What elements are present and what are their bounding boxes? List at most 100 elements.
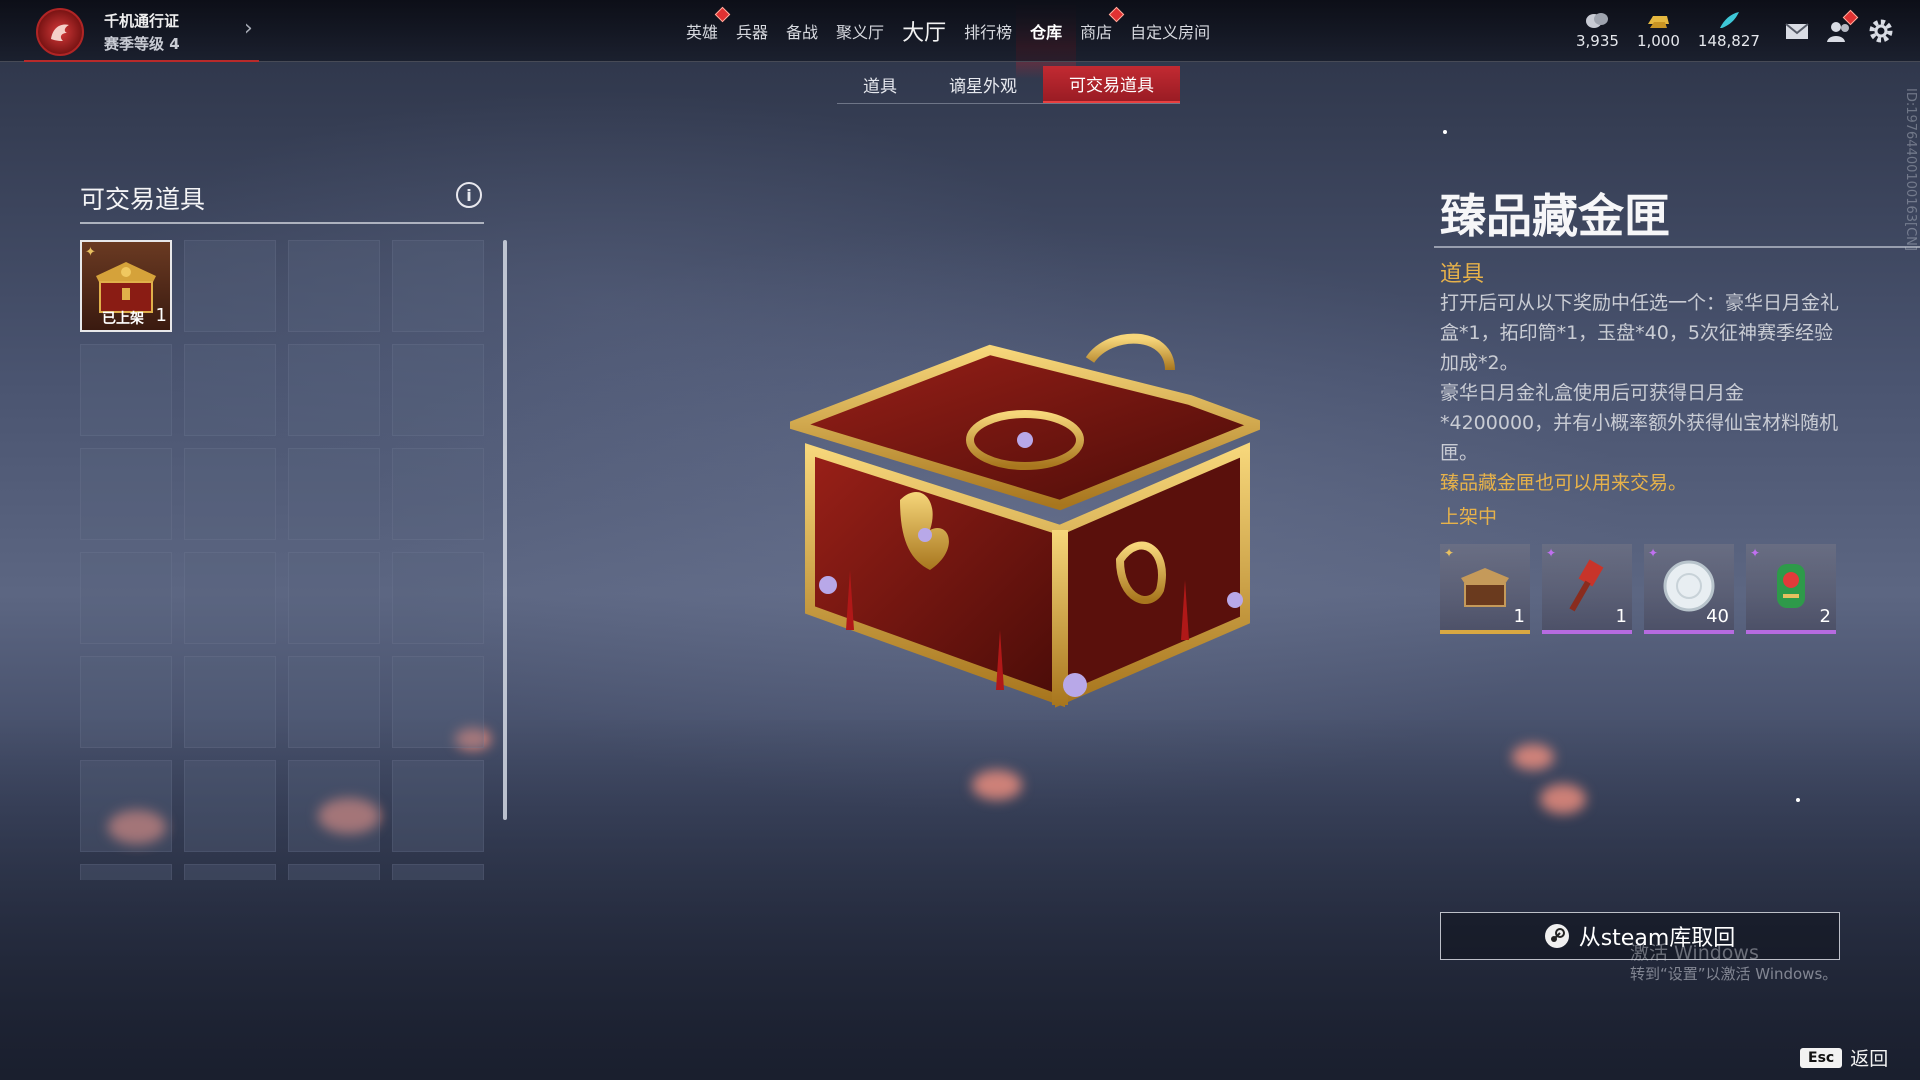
listed-tag: 已上架 (102, 311, 144, 327)
inventory-slot-empty[interactable] (184, 656, 276, 748)
nav-hero[interactable]: 英雄 (684, 6, 731, 43)
reward-count: 1 (1615, 606, 1627, 627)
inventory-slot-empty[interactable] (80, 552, 172, 644)
inventory-slot-empty[interactable] (288, 344, 380, 436)
item-type: 道具 (1440, 262, 1485, 287)
battle-pass-progress (24, 60, 259, 62)
treasure-chest-model (790, 333, 1260, 708)
inventory-slot-empty[interactable] (392, 760, 484, 852)
feather-icon (1719, 12, 1739, 28)
sub-tabs: 道具 谪星外观 可交易道具 (837, 66, 1180, 104)
battle-pass[interactable]: 千机通行证 赛季等级 4 (36, 8, 180, 56)
info-icon[interactable]: i (456, 182, 482, 208)
mail-icon[interactable] (1784, 18, 1810, 44)
steam-icon (1544, 924, 1569, 948)
nav-warehouse[interactable]: 仓库 (1016, 0, 1077, 79)
settings-icon[interactable] (1868, 18, 1894, 44)
inventory-slot-empty[interactable] (184, 240, 276, 332)
inventory-slot-selected[interactable]: ✦ 已上架 1 (80, 240, 172, 332)
item-name: 臻品藏金匣 (1440, 189, 1670, 243)
inventory-slot-empty[interactable] (392, 656, 484, 748)
inventory-slot-empty[interactable] (392, 344, 484, 436)
inventory-slot-empty[interactable] (184, 448, 276, 540)
esc-key: Esc (1800, 1047, 1843, 1068)
inventory-slot-empty[interactable] (80, 864, 172, 880)
inventory-slot-empty[interactable] (288, 656, 380, 748)
reward-slot[interactable]: ✦ 2 (1746, 544, 1836, 634)
back-label: 返回 (1850, 1048, 1889, 1070)
currency-coin-value: 3,935 (1576, 32, 1619, 50)
quality-gold-icon: ✦ (85, 245, 96, 260)
inventory-slot-empty[interactable] (288, 240, 380, 332)
inventory-slot-empty[interactable] (392, 240, 484, 332)
inventory-slot-empty[interactable] (184, 552, 276, 644)
inventory-slot-empty[interactable] (392, 552, 484, 644)
quality-purple-icon: ✦ (1750, 546, 1761, 560)
inventory-slot-empty[interactable] (80, 448, 172, 540)
inventory-slot-empty[interactable] (288, 552, 380, 644)
nav-shop[interactable]: 商店 (1078, 6, 1125, 43)
nav-prepare[interactable]: 备战 (784, 19, 820, 43)
main-nav: 英雄 兵器 备战 聚义厅 大厅 排行榜 仓库 商店 自定义房间 (684, 0, 1212, 79)
dragon-emblem-icon (36, 8, 84, 56)
top-bar: 千机通行证 赛季等级 4 › 英雄 兵器 备战 聚义厅 大厅 排行榜 仓库 商店… (0, 0, 1920, 79)
coin-icon (1586, 13, 1609, 28)
currency-gold[interactable]: 1,000 (1637, 10, 1680, 50)
tab-exile-skins[interactable]: 谪星外观 (923, 66, 1043, 103)
tab-tradeable-items[interactable]: 可交易道具 (1043, 66, 1180, 103)
exp-boost-icon (1777, 564, 1805, 608)
currency-coin[interactable]: 3,935 (1576, 10, 1619, 50)
currency-gold-value: 1,000 (1636, 32, 1680, 50)
user-id: ID:19764400100163[CN] (1903, 88, 1918, 251)
listing-status: 上架中 (1440, 506, 1498, 528)
inventory-slot-empty[interactable] (80, 344, 172, 436)
tradeable-note: 臻品藏金匣也可以用来交易。 (1440, 472, 1688, 494)
inventory-slot-empty[interactable] (288, 760, 380, 852)
reward-count: 2 (1819, 606, 1831, 627)
nav-leaderboard[interactable]: 排行榜 (962, 19, 1014, 43)
nav-custom-room[interactable]: 自定义房间 (1128, 19, 1212, 43)
nav-weapons[interactable]: 兵器 (734, 19, 770, 43)
inventory-slot-empty[interactable] (392, 864, 484, 880)
reward-count: 1 (1513, 606, 1525, 627)
description-line: 豪华日月金礼盒使用后可获得日月金*4200000，并有小概率额外获得仙宝材料随机… (1440, 382, 1839, 464)
inventory-slot-empty[interactable] (288, 864, 380, 880)
friends-icon[interactable] (1826, 9, 1859, 44)
chest-icon (1461, 568, 1509, 607)
reward-count: 40 (1706, 606, 1729, 627)
currency-feather[interactable]: 148,827 (1698, 10, 1760, 50)
nav-lobby[interactable]: 大厅 (900, 15, 948, 47)
floating-lantern (1512, 744, 1554, 770)
battle-pass-title: 千机通行证 (104, 12, 180, 30)
reward-slot[interactable]: ✦ 40 (1644, 544, 1734, 634)
reward-slot[interactable]: ✦ 1 (1542, 544, 1632, 634)
divider (80, 222, 484, 224)
item-description: 打开后可从以下奖励中任选一个：豪华日月金礼盒*1，拓印筒*1，玉盘*40，5次征… (1440, 288, 1850, 468)
divider (1434, 246, 1920, 248)
inventory-slot-empty[interactable] (184, 864, 276, 880)
nav-guild-hall[interactable]: 聚义厅 (834, 19, 886, 43)
inventory-slot-empty[interactable] (80, 760, 172, 852)
quality-purple-icon: ✦ (1648, 546, 1659, 560)
description-line: 打开后可从以下奖励中任选一个：豪华日月金礼盒*1，拓印筒*1，玉盘*40，5次征… (1440, 292, 1840, 374)
inventory-scrollbar[interactable] (503, 240, 507, 820)
reward-list: ✦ 1 ✦ 1 ✦ 40 ✦ 2 (1440, 544, 1836, 634)
inventory-slot-empty[interactable] (80, 656, 172, 748)
currency-bar: 3,935 1,000 148,827 (1576, 10, 1760, 50)
top-icon-group (1784, 9, 1894, 44)
inventory-slot-empty[interactable] (184, 760, 276, 852)
back-button[interactable]: Esc 返回 (1800, 1044, 1888, 1071)
item-count: 1 (155, 305, 167, 326)
inventory-slot-empty[interactable] (288, 448, 380, 540)
inventory-slot-empty[interactable] (184, 344, 276, 436)
quality-gold-icon: ✦ (1444, 546, 1455, 560)
gold-bar-icon (1648, 16, 1670, 28)
quality-purple-icon: ✦ (1546, 546, 1557, 560)
star-light (1796, 798, 1800, 802)
tab-items[interactable]: 道具 (837, 66, 923, 103)
inventory-slot-empty[interactable] (392, 448, 484, 540)
floating-lantern (1540, 784, 1586, 814)
chevron-right-icon[interactable]: › (244, 16, 253, 41)
reward-slot[interactable]: ✦ 1 (1440, 544, 1530, 634)
hammer-icon (1569, 559, 1604, 612)
